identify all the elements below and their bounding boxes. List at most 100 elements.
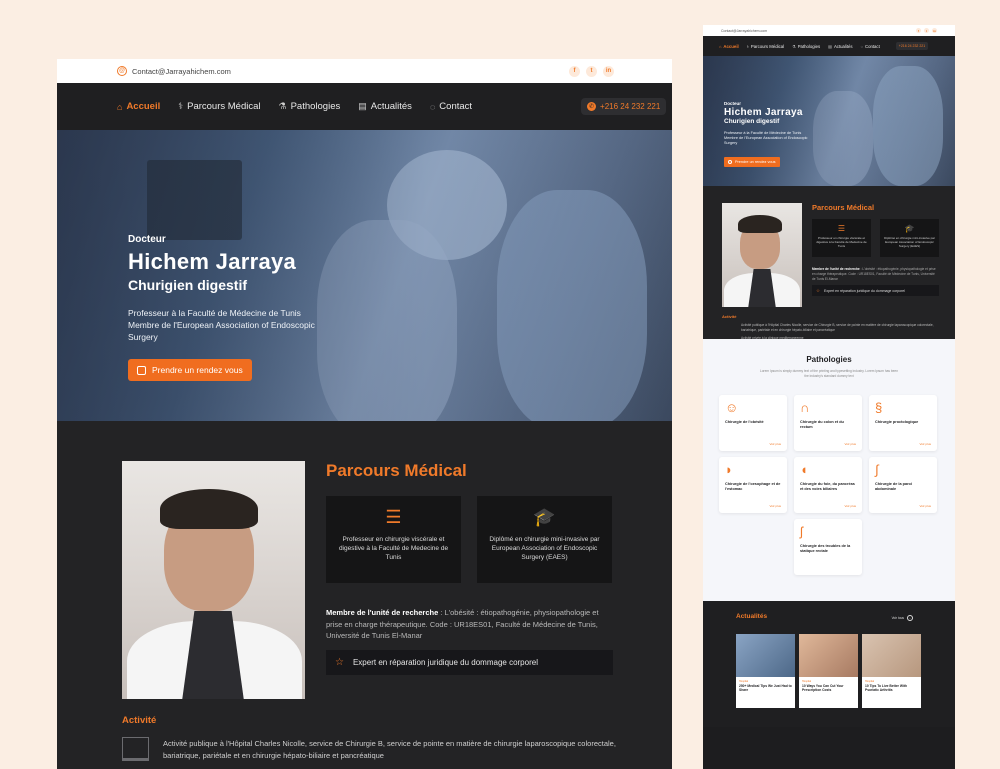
preview-contact-bar: Contact@Jarrayahichem.com f t in: [703, 25, 955, 36]
star-icon: ☆: [816, 287, 821, 293]
news-card[interactable]: Hospital 10 Ways You Can Cut Your Prescr…: [799, 634, 858, 708]
nav-actualites[interactable]: ▤ Actualités: [828, 44, 852, 49]
rectum-icon: ʃ: [800, 524, 803, 539]
pathology-card[interactable]: ◗ Chirurgie de l'oesophage et de l'estom…: [719, 457, 787, 513]
news-title: 10 Tips To Live Better With Psoriatic Ar…: [865, 684, 907, 693]
appointment-label: Prendre un rendez vous: [735, 160, 776, 164]
preview-nav: ⌂ Accueil ⚕ Parcours Médical ⚗ Pathologies …: [703, 36, 955, 56]
voir-plus-link[interactable]: Voir plus: [844, 504, 856, 508]
portrait-hair: [738, 215, 782, 233]
pathology-card[interactable]: ◖ Chirurgie du foie, du pancréas et des …: [794, 457, 862, 513]
expert-banner: ☆ Expert en réparation juridique du domm…: [812, 285, 939, 296]
pathology-card[interactable]: § Chirurgie proctologique Voir plus: [869, 395, 937, 451]
mail-icon: @: [117, 66, 127, 76]
main-nav: ⌂ Accueil ⚕ Parcours Médical ⚗ Pathologi…: [57, 83, 672, 130]
contact-email[interactable]: Contact@Jarrayahichem.com: [132, 67, 231, 76]
pathologies-subtitle: Lorem Ipsum is simply dummy text of the …: [760, 369, 898, 378]
pathology-card[interactable]: ∫ Chirurgie de la paroi abdominale Voir …: [869, 457, 937, 513]
voir-plus-link[interactable]: Voir plus: [919, 504, 931, 508]
flask-icon: ⚗: [792, 43, 796, 49]
hero-kicker: Docteur: [724, 101, 742, 106]
stethoscope-icon: ⚕: [178, 101, 184, 111]
nav-parcours-medical[interactable]: ⚕ Parcours Médical: [178, 101, 260, 112]
voir-plus-link[interactable]: Voir plus: [769, 442, 781, 446]
nav-pathologies[interactable]: ⚗ Pathologies: [279, 101, 341, 112]
parcours-card-professeur: ☰ Professeur en chirurgie viscérale et d…: [812, 219, 871, 257]
linkedin-icon[interactable]: in: [603, 65, 614, 77]
newspaper-icon: ▤: [828, 43, 832, 49]
twitter-icon[interactable]: t: [924, 28, 929, 33]
preview-social-links: f t in: [916, 28, 937, 33]
appointment-label: Prendre un rendez vous: [152, 365, 243, 375]
graduation-cap-icon: 🎓: [904, 224, 915, 233]
chat-icon: ◌: [429, 101, 436, 112]
facebook-icon[interactable]: f: [916, 28, 921, 33]
pathology-card[interactable]: ☺ Chirurgie de l'obésité Voir plus: [719, 395, 787, 451]
nav-contact[interactable]: ◌ Contact: [861, 44, 880, 49]
nav-label: Pathologies: [290, 101, 341, 112]
hospital-icon: [122, 737, 149, 761]
twitter-icon[interactable]: t: [586, 65, 597, 77]
home-icon: ⌂: [719, 43, 722, 49]
nav-accueil[interactable]: ⌂ Accueil: [719, 44, 739, 49]
nav-accueil[interactable]: ⌂ Accueil: [117, 101, 160, 112]
activite-title: Activité: [122, 715, 157, 726]
pathology-title: Chirurgie de l'oesophage et de l'estomac: [725, 482, 781, 491]
nav-contact[interactable]: ◌ Contact: [430, 101, 472, 112]
activite-text: Activité publique à l'Hôpital Charles Ni…: [163, 739, 616, 760]
pathology-card[interactable]: ʃ Chirurgie des troubles de la statique …: [794, 519, 862, 575]
voir-plus-link[interactable]: Voir plus: [919, 442, 931, 446]
whatsapp-icon: ✆: [587, 102, 597, 111]
preview-email[interactable]: Contact@Jarrayahichem.com: [721, 29, 767, 33]
home-icon: ⌂: [117, 101, 123, 112]
phone-button[interactable]: +216 24 232 221: [895, 42, 929, 50]
social-links: f t in: [569, 65, 614, 77]
parcours-card-diplome: 🎓 Diplômé en chirurgie mini-invasive par…: [880, 219, 939, 257]
facebook-icon[interactable]: f: [569, 65, 580, 77]
pathology-title: Chirurgie de la paroi abdominale: [875, 482, 912, 491]
research-unit-text: Membre de l'unité de recherche : L'obési…: [326, 607, 616, 642]
activite-title: Activité: [722, 314, 737, 319]
full-page-preview-mockup: Contact@Jarrayahichem.com f t in ⌂ Accuei…: [703, 25, 955, 769]
expert-text: Expert en réparation juridique du dommag…: [824, 288, 905, 293]
see-all-label: Voir tous: [891, 616, 904, 620]
linkedin-icon[interactable]: in: [932, 28, 937, 33]
phone-number: +216 24 232 221: [898, 44, 926, 48]
hero-section: Docteur Hichem Jarraya Churigien digesti…: [57, 130, 672, 421]
doctor-name: Hichem Jarraya: [128, 249, 297, 274]
nav-pathologies[interactable]: ⚗ Pathologies: [792, 44, 820, 49]
parcours-title: Parcours Médical: [812, 203, 875, 212]
preview-hero: Docteur Hichem Jarraya Churigien digesti…: [703, 56, 955, 186]
appointment-button[interactable]: Prendre un rendez vous: [128, 359, 252, 381]
voir-plus-link[interactable]: Voir plus: [844, 442, 856, 446]
voir-plus-link[interactable]: Voir plus: [769, 504, 781, 508]
nav-parcours-medical[interactable]: ⚕ Parcours Médical: [747, 44, 784, 49]
phone-button[interactable]: ✆ +216 24 232 221: [581, 98, 667, 115]
parcours-card-professeur: ☰ Professeur en chirurgie viscérale et d…: [326, 496, 461, 583]
expert-banner: ☆ Expert en réparation juridique du domm…: [326, 650, 613, 675]
activite-line: Activité publique à l'Hôpital Charles Ni…: [741, 323, 934, 332]
nav-actualites[interactable]: ▤ Actualités: [358, 101, 412, 112]
parcours-section: Parcours Médical ☰ Professeur en chirurg…: [57, 421, 672, 769]
pathology-title: Chirurgie du foie, du pancréas et des vo…: [800, 482, 855, 491]
parcours-card-text: Professeur en chirurgie viscérale et dig…: [816, 236, 867, 248]
news-image: [799, 634, 858, 677]
actualites-section: Actualités Voir tous › Hospital 250+ Med…: [703, 601, 955, 727]
expert-text: Expert en réparation juridique du dommag…: [352, 658, 538, 667]
stomach-icon: ◗: [725, 462, 733, 477]
parcours-card-text: Diplômé en chirurgie mini-invasive par E…: [489, 536, 600, 561]
pathology-card[interactable]: ∩ Chirurgie du colon et du rectum Voir p…: [794, 395, 862, 451]
nav-label: Accueil: [126, 101, 161, 112]
research-label: Membre de l'unité de recherche: [326, 608, 439, 617]
appointment-button[interactable]: Prendre un rendez vous: [724, 157, 780, 167]
phone-number: +216 24 232 221: [600, 102, 661, 111]
pathology-title: Chirurgie du colon et du rectum: [800, 420, 844, 429]
doctor-portrait: [722, 203, 802, 307]
news-card[interactable]: Hospital 10 Tips To Live Better With Pso…: [862, 634, 921, 708]
liver-icon: ◖: [800, 462, 808, 477]
hero-kicker: Docteur: [128, 234, 166, 245]
star-icon: ☆: [335, 657, 344, 668]
see-all-link[interactable]: Voir tous ›: [892, 615, 913, 621]
pathologies-section: Pathologies Lorem Ipsum is simply dummy …: [703, 339, 955, 601]
news-card[interactable]: Hospital 250+ Medical Tips We Just Had t…: [736, 634, 795, 708]
